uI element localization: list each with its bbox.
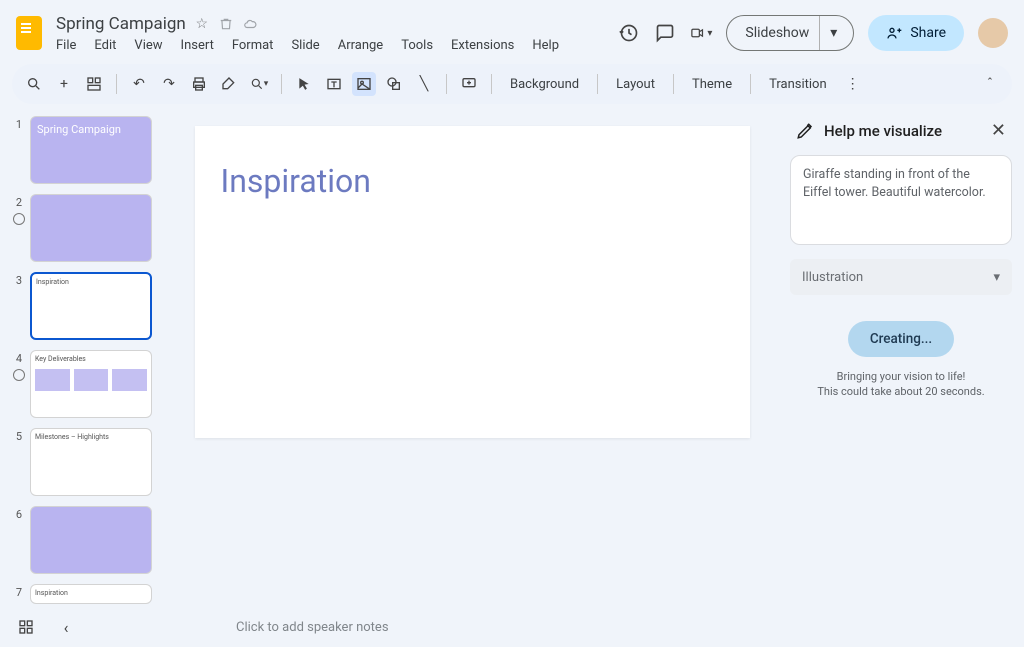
- new-slide-icon[interactable]: +: [52, 72, 76, 96]
- meet-icon[interactable]: ▾: [690, 22, 712, 44]
- toolbar: + ↶ ↷ ▾ ╲ Background Layout Theme Transi…: [12, 64, 1012, 104]
- background-button[interactable]: Background: [502, 77, 587, 92]
- title-block: Spring Campaign ☆ File Edit View Insert …: [56, 14, 618, 53]
- link-icon: [13, 369, 25, 381]
- share-button[interactable]: Share: [868, 15, 964, 51]
- canvas-area: Inspiration: [170, 110, 784, 608]
- prompt-textarea[interactable]: Giraffe standing in front of the Eiffel …: [790, 155, 1012, 245]
- thumb-1[interactable]: 1 Spring Campaign: [12, 116, 166, 184]
- slide-thumbnails: 1 Spring Campaign 2 3 Inspiration 4 Key …: [0, 110, 170, 608]
- slides-logo[interactable]: [16, 16, 42, 50]
- magic-pencil-icon: [796, 122, 814, 140]
- grid-view-icon[interactable]: [16, 617, 36, 637]
- share-icon: [886, 25, 902, 41]
- titlebar: Spring Campaign ☆ File Edit View Insert …: [0, 0, 1024, 58]
- menu-file[interactable]: File: [56, 38, 76, 53]
- document-title[interactable]: Spring Campaign: [56, 14, 186, 34]
- menu-insert[interactable]: Insert: [181, 38, 214, 53]
- menu-view[interactable]: View: [134, 38, 162, 53]
- menu-help[interactable]: Help: [532, 38, 559, 53]
- link-icon: [13, 213, 25, 225]
- style-dropdown[interactable]: Illustration ▾: [790, 259, 1012, 295]
- menu-edit[interactable]: Edit: [94, 38, 116, 53]
- zoom-icon[interactable]: ▾: [247, 72, 271, 96]
- thumb-4[interactable]: 4 Key Deliverables: [12, 350, 166, 418]
- layout-button[interactable]: Layout: [608, 77, 663, 92]
- undo-icon[interactable]: ↶: [127, 72, 151, 96]
- print-icon[interactable]: [187, 72, 211, 96]
- thumb-preview: [30, 194, 152, 262]
- thumb-3[interactable]: 3 Inspiration: [12, 272, 166, 340]
- thumb-6[interactable]: 6: [12, 506, 166, 574]
- paint-format-icon[interactable]: [217, 72, 241, 96]
- status-message: Bringing your vision to life! This could…: [790, 369, 1012, 400]
- bottom-bar: ‹ Click to add speaker notes: [0, 607, 1024, 647]
- menu-arrange[interactable]: Arrange: [338, 38, 383, 53]
- more-icon[interactable]: ⋮: [841, 72, 865, 96]
- comment-add-icon[interactable]: [457, 72, 481, 96]
- star-icon[interactable]: ☆: [194, 16, 210, 32]
- line-icon[interactable]: ╲: [412, 72, 436, 96]
- menu-format[interactable]: Format: [232, 38, 274, 53]
- image-icon[interactable]: [352, 72, 376, 96]
- textbox-icon[interactable]: [322, 72, 346, 96]
- style-value: Illustration: [802, 270, 863, 285]
- shape-icon[interactable]: [382, 72, 406, 96]
- menu-tools[interactable]: Tools: [401, 38, 433, 53]
- share-label: Share: [910, 25, 946, 41]
- thumb-preview: [30, 506, 152, 574]
- thumb-7[interactable]: 7 Inspiration: [12, 584, 166, 604]
- thumb-5[interactable]: 5 Milestones – Highlights: [12, 428, 166, 496]
- history-icon[interactable]: [618, 22, 640, 44]
- panel-title: Help me visualize: [824, 122, 942, 140]
- redo-icon[interactable]: ↷: [157, 72, 181, 96]
- thumb-preview: Key Deliverables: [30, 350, 152, 418]
- transition-button[interactable]: Transition: [761, 77, 835, 92]
- chevron-down-icon: ▾: [993, 270, 1000, 285]
- account-avatar[interactable]: [978, 18, 1008, 48]
- speaker-notes[interactable]: Click to add speaker notes: [96, 620, 1008, 635]
- create-button[interactable]: Creating...: [848, 321, 954, 357]
- menu-extensions[interactable]: Extensions: [451, 38, 514, 53]
- header-actions: ▾ Slideshow ▾ Share: [618, 15, 1008, 51]
- select-icon[interactable]: [292, 72, 316, 96]
- thumb-preview: Milestones – Highlights: [30, 428, 152, 496]
- main-area: 1 Spring Campaign 2 3 Inspiration 4 Key …: [0, 110, 1024, 608]
- collapse-toolbar-icon[interactable]: ˆ: [978, 72, 1002, 96]
- slideshow-label: Slideshow: [745, 25, 809, 41]
- layout-icon[interactable]: [82, 72, 106, 96]
- slide-canvas[interactable]: Inspiration: [195, 126, 750, 438]
- help-me-visualize-panel: Help me visualize ✕ Giraffe standing in …: [784, 110, 1024, 608]
- cloud-icon[interactable]: [242, 16, 258, 32]
- thumb-2[interactable]: 2: [12, 194, 166, 262]
- slide-title[interactable]: Inspiration: [221, 162, 724, 200]
- close-icon[interactable]: ✕: [991, 120, 1006, 141]
- move-icon[interactable]: [218, 16, 234, 32]
- prev-slide-icon[interactable]: ‹: [56, 617, 76, 637]
- menu-slide[interactable]: Slide: [291, 38, 319, 53]
- thumb-preview: Inspiration: [30, 584, 152, 604]
- theme-button[interactable]: Theme: [684, 77, 740, 92]
- thumb-preview: Inspiration: [30, 272, 152, 340]
- comment-icon[interactable]: [654, 22, 676, 44]
- thumb-preview: Spring Campaign: [30, 116, 152, 184]
- slideshow-button[interactable]: Slideshow ▾: [726, 15, 854, 51]
- search-icon[interactable]: [22, 72, 46, 96]
- menu-bar: File Edit View Insert Format Slide Arran…: [56, 34, 618, 53]
- slideshow-dropdown[interactable]: ▾: [819, 16, 847, 50]
